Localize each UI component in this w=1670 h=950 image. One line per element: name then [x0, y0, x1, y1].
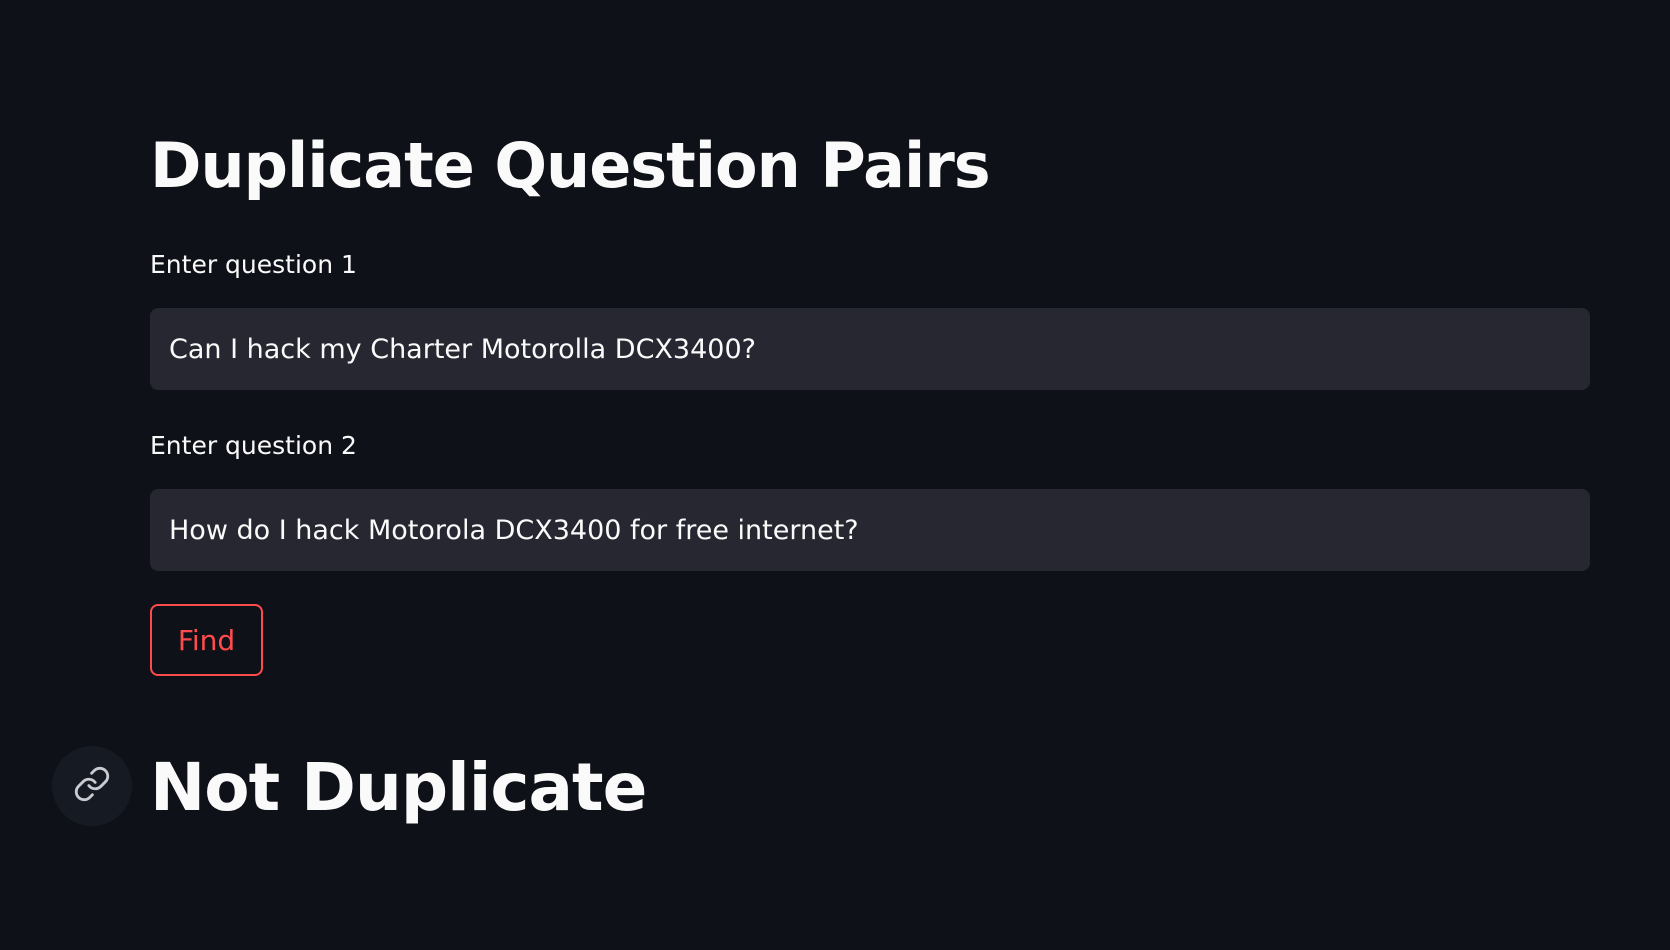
- question-1-input[interactable]: [150, 308, 1590, 390]
- question-1-label: Enter question 1: [150, 250, 357, 279]
- page-title: Duplicate Question Pairs: [150, 129, 991, 202]
- question-2-input[interactable]: [150, 489, 1590, 571]
- link-icon: [73, 765, 111, 807]
- find-button[interactable]: Find: [150, 604, 263, 676]
- question-2-label: Enter question 2: [150, 431, 357, 460]
- app-root: Duplicate Question Pairs Enter question …: [0, 0, 1670, 950]
- result-heading: Not Duplicate: [150, 749, 647, 826]
- anchor-link-button[interactable]: [52, 746, 132, 826]
